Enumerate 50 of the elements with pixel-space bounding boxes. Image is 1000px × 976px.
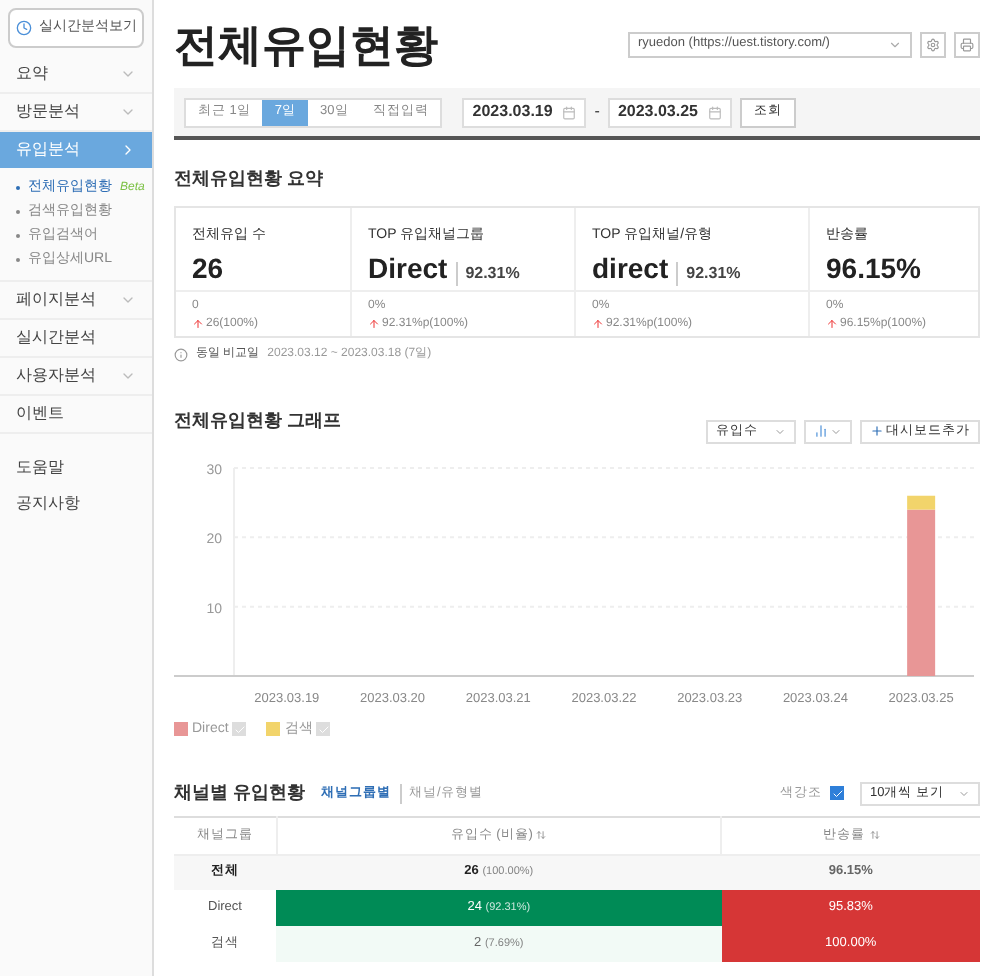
date-separator: - bbox=[594, 100, 600, 124]
chevron-icon bbox=[120, 368, 136, 384]
sidebar-item[interactable]: 페이지분석 bbox=[0, 282, 152, 318]
chart-type-button[interactable] bbox=[804, 419, 852, 443]
up-arrow-icon bbox=[826, 318, 838, 330]
sidebar-link[interactable]: 공지사항 bbox=[0, 486, 152, 522]
settings-icon bbox=[926, 37, 940, 51]
sidebar-item[interactable]: 요약 bbox=[0, 56, 152, 92]
print-button[interactable] bbox=[954, 31, 980, 57]
caret-icon bbox=[888, 37, 902, 51]
metric-value: direct bbox=[592, 250, 669, 288]
sort-icon bbox=[536, 830, 547, 840]
sort-icon bbox=[869, 830, 880, 840]
metric-share: 92.31% bbox=[455, 262, 520, 286]
section-title: 전체유입현황 요약 bbox=[174, 166, 326, 192]
caret-icon bbox=[958, 787, 970, 800]
metric-value: 26 bbox=[192, 250, 224, 288]
legend-checkbox[interactable] bbox=[316, 722, 331, 737]
metric-value: 96.15% bbox=[826, 250, 921, 288]
metric-value: Direct bbox=[368, 250, 448, 288]
caret-icon bbox=[774, 425, 786, 437]
plus-icon bbox=[870, 424, 884, 438]
settings-button[interactable] bbox=[920, 31, 946, 57]
sidebar-item[interactable]: 방문분석 bbox=[0, 94, 152, 130]
up-arrow-icon bbox=[592, 318, 604, 330]
section-title: 전체유입현황 그래프 bbox=[174, 407, 342, 434]
sidebar-item[interactable]: 사용자분석 bbox=[0, 358, 152, 394]
end-date-field[interactable]: 2023.03.25 bbox=[607, 97, 732, 127]
clock-icon bbox=[15, 20, 31, 36]
caret-icon bbox=[830, 425, 842, 437]
section-title: 채널별 유입현황 bbox=[174, 780, 306, 806]
bar-chart-icon bbox=[814, 424, 828, 438]
sidebar-item[interactable]: 실시간분석 bbox=[0, 320, 152, 356]
metric-share: 92.31% bbox=[676, 262, 741, 286]
calendar-icon bbox=[562, 105, 577, 119]
start-date-field[interactable]: 2023.03.19 bbox=[462, 97, 587, 127]
chevron-icon bbox=[120, 66, 136, 82]
up-arrow-icon bbox=[368, 318, 380, 330]
chevron-icon bbox=[120, 104, 136, 120]
info-icon bbox=[174, 347, 188, 361]
sidebar-item[interactable]: 이벤트 bbox=[0, 396, 152, 432]
legend-checkbox[interactable] bbox=[232, 722, 247, 737]
chevron-icon bbox=[120, 292, 136, 308]
calendar-icon bbox=[707, 105, 722, 119]
up-arrow-icon bbox=[192, 318, 204, 330]
page-title: 전체유입현황 bbox=[174, 17, 438, 73]
chevron-icon bbox=[120, 142, 136, 158]
printer-icon bbox=[960, 37, 974, 51]
sidebar-link[interactable]: 도움말 bbox=[0, 450, 152, 486]
color-emphasis-checkbox[interactable] bbox=[830, 786, 844, 801]
